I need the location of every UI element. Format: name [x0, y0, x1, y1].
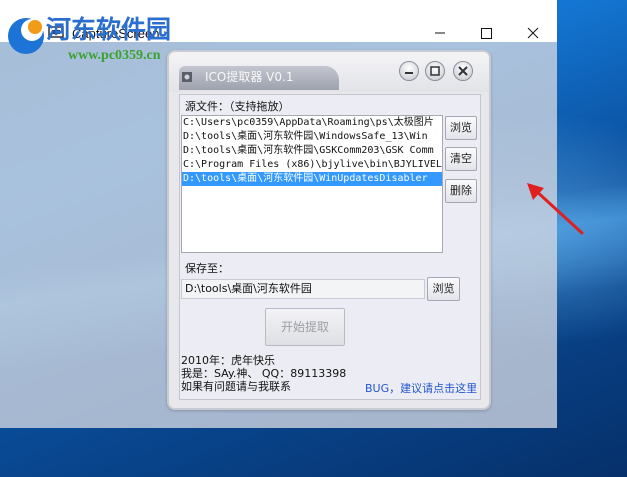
clear-list-button[interactable]: 清空 — [445, 147, 477, 171]
file-list-item[interactable]: C:\Program Files (x86)\bjylive\bin\BJYLI… — [182, 158, 442, 172]
delete-item-button[interactable]: 删除 — [445, 179, 477, 203]
dialog-maximize-button[interactable] — [425, 61, 445, 81]
file-list-item-selected[interactable]: D:\tools\桌面\河东软件园\WinUpdatesDisabler — [182, 172, 442, 186]
source-files-label: 源文件：（支持拖放） — [185, 100, 290, 113]
file-list-item[interactable]: C:\Users\pc0359\AppData\Roaming\ps\太极图片 — [182, 116, 442, 130]
dialog-titlebar[interactable]: ICO提取器 V0.1 — [169, 52, 489, 92]
svg-text:河东软件园: 河东软件园 — [46, 15, 171, 44]
ico-extractor-dialog: ICO提取器 V0.1 源文件：（支持拖放） C:\Users\pc0359\A… — [167, 50, 491, 410]
save-to-label: 保存至： — [185, 262, 229, 275]
start-extract-button[interactable]: 开始提取 — [265, 308, 345, 346]
dialog-close-button[interactable] — [453, 61, 473, 81]
annotation-arrow-icon — [527, 183, 584, 235]
source-file-list[interactable]: C:\Users\pc0359\AppData\Roaming\ps\太极图片 … — [181, 115, 443, 253]
footer-contact-text: 如果有问题请与我联系 — [181, 380, 291, 393]
app-gear-icon — [182, 72, 192, 82]
file-list-item[interactable]: D:\tools\桌面\河东软件园\WindowsSafe_13\Win — [182, 130, 442, 144]
bug-report-link[interactable]: BUG，建议请点击这里 — [365, 380, 477, 396]
dialog-title: ICO提取器 V0.1 — [205, 70, 294, 84]
maximize-icon[interactable] — [463, 20, 509, 46]
minimize-icon — [405, 72, 413, 74]
save-path-field[interactable]: D:\tools\桌面\河东软件园 — [181, 279, 425, 299]
dialog-minimize-button[interactable] — [399, 61, 419, 81]
file-list-item[interactable]: D:\tools\桌面\河东软件园\GSKComm203\GSK Comm — [182, 144, 442, 158]
maximize-icon — [430, 66, 440, 76]
close-icon — [458, 66, 468, 76]
minimize-icon[interactable] — [417, 20, 463, 46]
watermark-url: www.pc0359.cn — [68, 48, 161, 63]
browse-save-button[interactable]: 浏览 — [427, 277, 460, 301]
close-icon[interactable] — [510, 20, 556, 46]
browse-files-button[interactable]: 浏览 — [445, 116, 477, 140]
